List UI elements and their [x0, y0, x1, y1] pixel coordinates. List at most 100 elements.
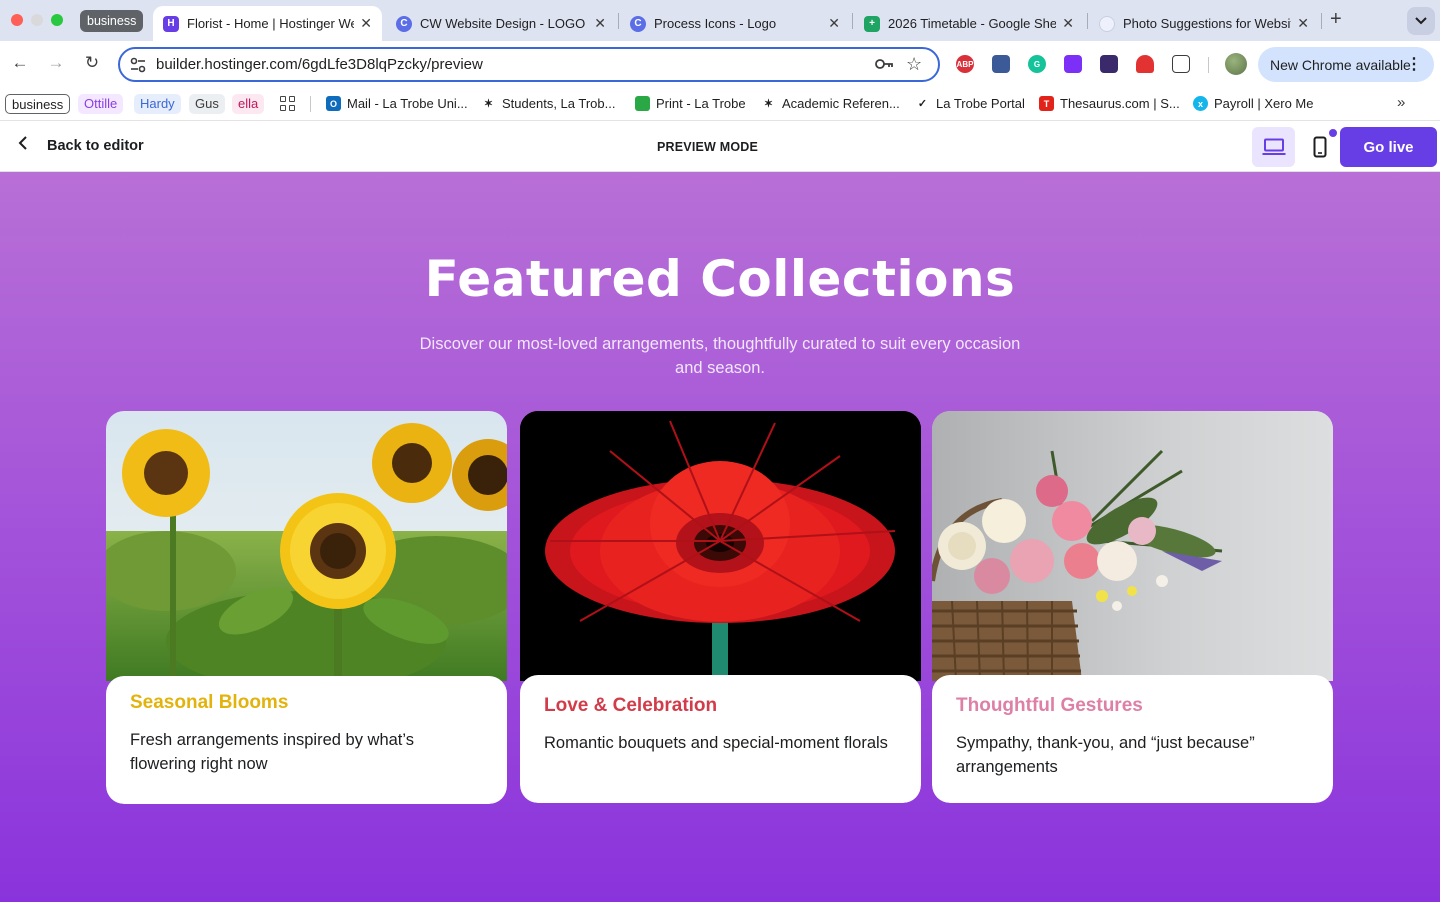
card-description: Fresh arrangements inspired by what’s fl… [130, 731, 414, 773]
card-body: Thoughtful Gestures Sympathy, thank-you,… [932, 675, 1333, 803]
password-key-icon[interactable] [874, 56, 894, 72]
apps-grid-icon[interactable] [280, 96, 295, 111]
thesaurus-icon: T [1039, 96, 1054, 111]
section-title: Featured Collections [424, 250, 1016, 308]
update-chrome-button[interactable]: New Chrome available ⋮ [1258, 47, 1434, 82]
bookmark-group-hardy[interactable]: Hardy [134, 94, 181, 114]
bookmark-label: La Trobe Portal [936, 96, 1025, 111]
maximize-window-button[interactable] [51, 14, 63, 26]
card-description: Sympathy, thank-you, and “just because” … [956, 734, 1255, 776]
outlook-icon: O [326, 96, 341, 111]
tab-photo-suggestions[interactable]: Photo Suggestions for Website ✕ [1089, 6, 1319, 41]
cube-extension-icon[interactable] [1100, 55, 1118, 73]
bookmark-group-business[interactable]: business [5, 94, 71, 114]
go-live-button[interactable]: Go live [1340, 127, 1437, 167]
tab-2026-timetable[interactable]: + 2026 Timetable - Google Sheets ✕ [854, 6, 1084, 41]
bookmark-group-ottille[interactable]: Ottille [78, 94, 124, 114]
chevron-left-icon[interactable] [18, 135, 28, 156]
card-title: Love & Celebration [544, 695, 718, 716]
update-label: New Chrome available [1270, 56, 1411, 73]
bookmark-academic[interactable]: ✶ Academic Referen... [761, 96, 900, 111]
hostinger-icon: H [163, 15, 179, 32]
extensions-puzzle-icon[interactable] [1172, 55, 1190, 73]
url-text: builder.hostinger.com/6gdLfe3D8lqPzcky/p… [156, 56, 483, 73]
card-body: Seasonal Blooms Fresh arrangements inspi… [106, 676, 507, 804]
bookmarks-bar: business Ottille Hardy Gus ella O Mail -… [0, 87, 1440, 121]
close-icon[interactable]: ✕ [594, 15, 606, 32]
desktop-view-button[interactable] [1252, 127, 1295, 167]
reload-button[interactable]: ↻ [81, 53, 103, 73]
globe-icon [1099, 15, 1115, 32]
bookmark-portal[interactable]: ✓ La Trobe Portal [915, 96, 1025, 111]
bookmark-group-ella[interactable]: ella [232, 94, 265, 114]
google-sheets-icon: + [864, 15, 880, 32]
bookmark-students[interactable]: ✶ Students, La Trob... [481, 96, 615, 111]
collection-card-gestures[interactable]: Thoughtful Gestures Sympathy, thank-you,… [932, 411, 1333, 803]
preview-header: Back to editor PREVIEW MODE Go live [0, 121, 1440, 172]
preview-mode-label: PREVIEW MODE [657, 140, 759, 154]
bookmark-separator [310, 96, 311, 112]
bookmark-group-gus[interactable]: Gus [189, 94, 225, 114]
reader-extension-icon[interactable] [992, 55, 1010, 73]
sunflower-image [106, 411, 507, 681]
grammarly-extension-icon[interactable]: G [1028, 55, 1046, 73]
back-to-editor-button[interactable]: Back to editor [47, 138, 144, 154]
back-button[interactable]: ← [9, 53, 31, 73]
card-title: Seasonal Blooms [130, 692, 289, 713]
browser-toolbar: ← → ↻ builder.hostinger.com/6gdLfe3D8lqP… [0, 41, 1440, 87]
bookmark-label: Academic Referen... [782, 96, 900, 111]
tab-search-button[interactable] [1407, 7, 1435, 35]
site-preview: Featured Collections Discover our most-l… [0, 172, 1440, 902]
tab-group-chip[interactable]: business [80, 10, 144, 32]
close-icon[interactable]: ✕ [1062, 15, 1074, 32]
forward-button[interactable]: → [45, 53, 67, 73]
bookmark-star-icon[interactable]: ☆ [906, 54, 922, 75]
ghost-extension-icon[interactable] [1136, 55, 1154, 73]
canva-icon: C [630, 15, 646, 32]
blocks-extension-icon[interactable] [1064, 55, 1082, 73]
xero-icon: x [1193, 96, 1208, 111]
close-icon[interactable]: ✕ [1297, 15, 1309, 32]
tab-separator [1321, 13, 1322, 29]
profile-avatar[interactable] [1225, 53, 1247, 75]
print-icon [635, 96, 650, 111]
card-body: Love & Celebration Romantic bouquets and… [520, 675, 921, 803]
tab-title: Process Icons - Logo [654, 16, 777, 31]
minimize-window-button[interactable] [31, 14, 43, 26]
address-bar[interactable]: builder.hostinger.com/6gdLfe3D8lqPzcky/p… [118, 47, 940, 82]
bookmark-label: Payroll | Xero Me [1214, 96, 1314, 111]
la-trobe-icon: ✶ [761, 96, 776, 111]
notification-dot [1329, 129, 1337, 137]
close-window-button[interactable] [11, 14, 23, 26]
collection-card-love[interactable]: Love & Celebration Romantic bouquets and… [520, 411, 921, 803]
check-icon: ✓ [915, 96, 930, 111]
bookmark-payroll[interactable]: x Payroll | Xero Me [1193, 96, 1313, 111]
new-tab-button[interactable]: + [1330, 8, 1342, 31]
tab-title: CW Website Design - LOGO [420, 16, 586, 31]
toolbar-separator [1208, 57, 1209, 73]
laptop-icon [1262, 138, 1285, 155]
close-icon[interactable]: ✕ [360, 15, 372, 32]
collection-card-seasonal[interactable]: Seasonal Blooms Fresh arrangements inspi… [106, 411, 507, 804]
flower-basket-image [932, 411, 1333, 681]
chevron-double-right-icon[interactable]: » [1397, 94, 1405, 111]
chevron-down-icon [1415, 17, 1427, 25]
bookmark-mail[interactable]: O Mail - La Trobe Uni... [326, 96, 468, 111]
site-settings-icon[interactable] [129, 56, 147, 74]
tab-title: 2026 Timetable - Google Sheets [888, 16, 1057, 31]
tab-title: Florist - Home | Hostinger Website Build… [187, 16, 355, 31]
tab-process-icons[interactable]: C Process Icons - Logo ✕ [620, 6, 850, 41]
close-icon[interactable]: ✕ [828, 15, 840, 32]
tab-separator [618, 13, 619, 29]
bookmark-print[interactable]: Print - La Trobe [635, 96, 746, 111]
adblock-extension-icon[interactable]: ABP [956, 55, 974, 73]
tab-florist-home[interactable]: H Florist - Home | Hostinger Website Bui… [153, 6, 382, 41]
card-description: Romantic bouquets and special-moment flo… [544, 734, 888, 752]
bookmark-label: Print - La Trobe [656, 96, 746, 111]
tab-cw-website-design[interactable]: C CW Website Design - LOGO ✕ [386, 6, 616, 41]
more-menu-icon[interactable]: ⋮ [1406, 54, 1422, 74]
bookmark-thesaurus[interactable]: T Thesaurus.com | S... [1039, 96, 1180, 111]
canva-icon: C [396, 15, 412, 32]
bookmark-label: Thesaurus.com | S... [1060, 96, 1180, 111]
tab-title: Photo Suggestions for Website [1123, 16, 1292, 31]
